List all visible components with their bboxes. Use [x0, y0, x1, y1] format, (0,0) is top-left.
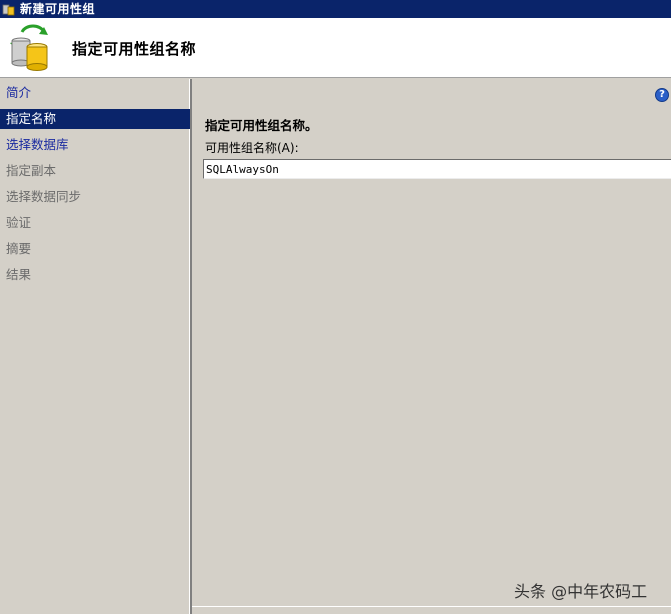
title-bar[interactable]: 新建可用性组: [0, 0, 671, 18]
page-header: 指定可用性组名称: [0, 18, 671, 78]
nav-item-specify-name[interactable]: 指定名称: [0, 109, 190, 129]
page-title: 指定可用性组名称: [72, 40, 197, 58]
nav-item-intro[interactable]: 简介: [0, 83, 190, 103]
availability-group-icon: [10, 24, 48, 71]
nav-item-select-data-sync: 选择数据同步: [6, 189, 82, 204]
bottom-divider: [192, 606, 671, 607]
nav-item-specify-replicas: 指定副本: [6, 163, 57, 178]
watermark: 头条 @中年农码工: [514, 582, 648, 601]
nav-item-summary: 摘要: [6, 241, 32, 256]
main-panel: ? 指定可用性组名称。 可用性组名称(A):: [192, 79, 671, 614]
section-title: 指定可用性组名称。: [205, 118, 318, 133]
nav-item-validation: 验证: [6, 215, 32, 230]
help-icon[interactable]: ?: [655, 88, 669, 102]
database-icon: [2, 4, 15, 16]
ag-name-label: 可用性组名称(A):: [205, 141, 299, 155]
wizard-nav: 简介 指定名称 选择数据库 指定副本 选择数据同步 验证 摘要 结果: [0, 79, 190, 614]
window-title: 新建可用性组: [20, 2, 96, 16]
nav-item-select-databases[interactable]: 选择数据库: [0, 135, 190, 155]
nav-item-results: 结果: [6, 267, 32, 282]
ag-name-input[interactable]: [203, 159, 671, 179]
